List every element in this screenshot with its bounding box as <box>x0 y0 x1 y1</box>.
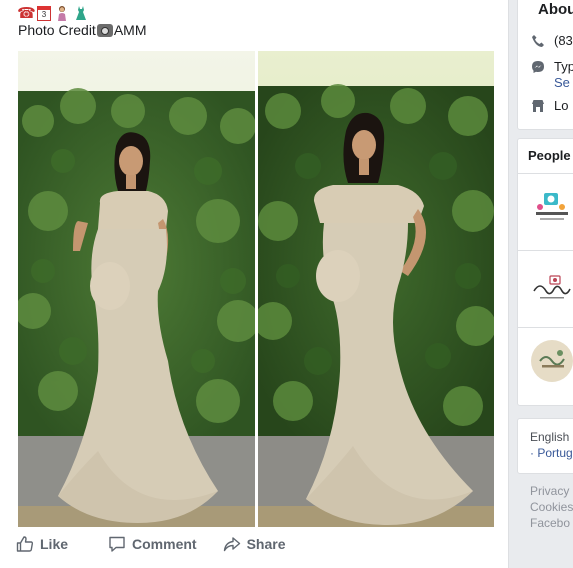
language-card: English · Portug <box>517 418 573 474</box>
divider <box>518 173 573 174</box>
thumbs-up-icon <box>16 536 34 552</box>
language-english[interactable]: English <box>530 430 569 444</box>
photo-credit-prefix: Photo Credit <box>18 22 96 38</box>
phone-icon <box>532 35 544 47</box>
calendar-emoji-icon: 3 <box>37 5 51 21</box>
photographer-logo-3[interactable] <box>530 339 573 383</box>
people-also-like-card: People A <box>517 138 573 406</box>
right-sidebar: About (83 Typ Se Lo <box>508 0 573 568</box>
emoji-row: ☎ 3 <box>17 3 89 23</box>
photographer-logo-2[interactable] <box>530 267 573 311</box>
send-message-link[interactable]: Se <box>554 75 573 91</box>
comment-icon <box>109 536 125 552</box>
divider <box>518 250 573 251</box>
post-actions: Like Comment Share <box>16 535 300 553</box>
people-title: People A <box>528 148 573 163</box>
photographer-logo-1[interactable] <box>530 187 573 231</box>
photo-credit-name: AMM <box>113 22 147 38</box>
share-label: Share <box>246 536 286 552</box>
maternity-photo-right[interactable] <box>258 51 494 527</box>
phone-text: (83 <box>554 33 573 48</box>
about-title[interactable]: About <box>538 1 573 18</box>
message-text-group: Typ Se <box>554 59 573 91</box>
share-button[interactable]: Share <box>223 535 286 553</box>
message-text: Typ <box>554 59 573 74</box>
privacy-link[interactable]: Privacy · <box>530 483 573 499</box>
phone-row[interactable]: (83 <box>531 33 573 48</box>
dress-emoji-icon <box>72 5 89 22</box>
share-icon <box>223 537 240 552</box>
calendar-day: 3 <box>41 10 47 19</box>
comment-button[interactable]: Comment <box>108 535 197 553</box>
facebook-link[interactable]: Facebo <box>530 515 573 531</box>
footer-links: Privacy · Cookies Facebo <box>530 483 573 531</box>
cookies-link[interactable]: Cookies <box>530 499 573 515</box>
message-row[interactable]: Typ Se <box>531 59 573 91</box>
divider <box>518 327 573 328</box>
phone-emoji-icon: ☎ <box>17 5 36 22</box>
about-card: About (83 Typ Se Lo <box>517 0 573 130</box>
post-card: ☎ 3 Photo Credit AMM Like Comment Share <box>0 0 509 568</box>
camera-emoji-icon <box>96 23 113 37</box>
like-label: Like <box>40 536 69 552</box>
location-text: Lo <box>554 98 569 113</box>
messenger-icon <box>532 61 544 73</box>
location-row[interactable]: Lo <box>531 98 568 113</box>
language-portuguese[interactable]: · Portug <box>530 446 573 460</box>
store-icon <box>532 100 544 112</box>
woman-emoji-icon <box>53 5 70 22</box>
comment-label: Comment <box>132 536 197 552</box>
maternity-photo-left[interactable] <box>18 51 255 527</box>
like-button[interactable]: Like <box>16 535 68 553</box>
photo-credit: Photo Credit AMM <box>18 22 147 38</box>
